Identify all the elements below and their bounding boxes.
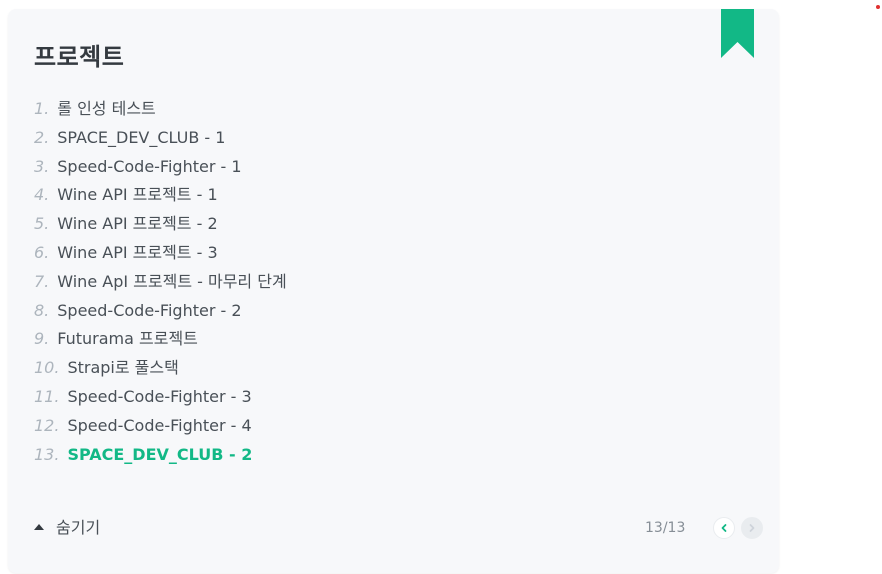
chevron-left-icon <box>721 524 727 532</box>
series-card: 프로젝트 1. 롤 인성 테스트 2. SPACE_DEV_CLUB - 1 3. Spe… <box>8 9 779 573</box>
series-item[interactable]: 4. Wine API 프로젝트 - 1 <box>34 181 287 210</box>
series-item[interactable]: 1. 롤 인성 테스트 <box>34 95 287 124</box>
next-button[interactable] <box>741 517 764 539</box>
series-item-label: Speed-Code-Fighter - 1 <box>57 156 242 176</box>
series-item-number: 4. <box>34 185 50 205</box>
series-title: 프로젝트 <box>34 43 125 71</box>
series-item-label: Wine API 프로젝트 - 3 <box>57 242 218 262</box>
series-item-number: 8. <box>34 300 50 320</box>
caret-up-icon <box>34 524 44 530</box>
series-item-label: Strapi로 풀스택 <box>67 358 179 378</box>
series-item-number: 6. <box>34 242 50 262</box>
series-item[interactable]: 10. Strapi로 풀스택 <box>34 354 287 383</box>
series-item-number: 5. <box>34 214 50 234</box>
prev-button[interactable] <box>713 517 736 539</box>
series-item-label: Speed-Code-Fighter - 2 <box>57 300 242 320</box>
series-item-label: Speed-Code-Fighter - 3 <box>67 386 252 406</box>
series-item[interactable]: 3. Speed-Code-Fighter - 1 <box>34 153 287 182</box>
series-item-number: 3. <box>34 156 50 176</box>
series-item-number: 13. <box>34 444 60 464</box>
hide-label: 숨기기 <box>56 518 101 537</box>
notification-dot <box>876 5 880 9</box>
series-item-number: 1. <box>34 99 50 118</box>
series-list: 1. 롤 인성 테스트 2. SPACE_DEV_CLUB - 1 3. Speed-Co… <box>34 95 287 469</box>
hide-series-toggle[interactable]: 숨기기 <box>34 516 100 540</box>
series-item[interactable]: 12. Speed-Code-Fighter - 4 <box>34 412 287 441</box>
series-pager: 13/13 <box>645 516 764 540</box>
page-indicator: 13/13 <box>645 520 686 536</box>
series-item-label: SPACE_DEV_CLUB - 1 <box>57 127 226 147</box>
series-item[interactable]: 9. Futurama 프로젝트 <box>34 325 287 354</box>
series-item-number: 2. <box>34 127 50 147</box>
series-item-label: Wine ApI 프로젝트 - 마무리 단계 <box>57 271 287 291</box>
series-item[interactable]: 8. Speed-Code-Fighter - 2 <box>34 297 287 326</box>
series-item-label: SPACE_DEV_CLUB - 2 <box>67 444 253 464</box>
series-item-number: 11. <box>34 386 60 406</box>
series-item-label: Wine API 프로젝트 - 2 <box>57 214 218 234</box>
bookmark-icon <box>721 9 754 58</box>
series-item-number: 9. <box>34 329 50 349</box>
series-item-label: Futurama 프로젝트 <box>57 329 198 349</box>
series-item-label: 롤 인성 테스트 <box>57 99 156 118</box>
series-item-label: Wine API 프로젝트 - 1 <box>57 185 218 205</box>
chevron-right-icon <box>749 524 755 532</box>
series-item[interactable]: 7. Wine ApI 프로젝트 - 마무리 단계 <box>34 268 287 297</box>
series-item-number: 12. <box>34 415 60 435</box>
series-item-number: 10. <box>34 358 60 378</box>
series-item-label: Speed-Code-Fighter - 4 <box>67 415 252 435</box>
series-item[interactable]: 11. Speed-Code-Fighter - 3 <box>34 383 287 412</box>
series-item[interactable]: 6. Wine API 프로젝트 - 3 <box>34 239 287 268</box>
series-item[interactable]: 2. SPACE_DEV_CLUB - 1 <box>34 124 287 153</box>
series-item[interactable]: 5. Wine API 프로젝트 - 2 <box>34 210 287 239</box>
series-item[interactable]: 13. SPACE_DEV_CLUB - 2 <box>34 441 287 470</box>
series-item-number: 7. <box>34 271 50 291</box>
